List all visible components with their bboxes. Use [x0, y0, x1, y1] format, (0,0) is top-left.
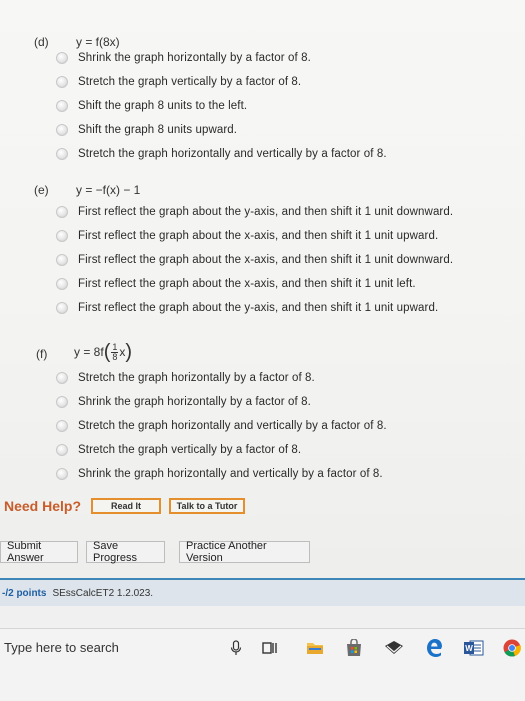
- taskbar: Type here to search W: [0, 628, 525, 701]
- radio-button[interactable]: [56, 278, 68, 290]
- close-paren: ): [125, 340, 133, 363]
- option-text: Shift the graph 8 units to the left.: [78, 100, 248, 112]
- radio-button[interactable]: [56, 396, 68, 408]
- save-progress-button[interactable]: Save Progress: [86, 540, 165, 564]
- option-d-3[interactable]: Shift the graph 8 units to the left.: [56, 96, 247, 116]
- option-f-2[interactable]: Shrink the graph horizontally by a facto…: [56, 392, 311, 412]
- option-d-4[interactable]: Shift the graph 8 units upward.: [56, 120, 237, 140]
- radio-button[interactable]: [56, 148, 68, 160]
- option-text: First reflect the graph about the y-axis…: [78, 302, 439, 314]
- fraction: 1 8: [111, 341, 119, 362]
- svg-text:W: W: [465, 644, 473, 653]
- store-icon[interactable]: [344, 638, 364, 658]
- option-text: Stretch the graph vertically by a factor…: [78, 76, 302, 88]
- task-view-icon[interactable]: [260, 638, 280, 658]
- option-f-5[interactable]: Shrink the graph horizontally and vertic…: [56, 464, 383, 484]
- option-e-1[interactable]: First reflect the graph about the y-axis…: [56, 202, 453, 222]
- option-text: Shrink the graph horizontally by a facto…: [78, 396, 311, 408]
- radio-button[interactable]: [56, 254, 68, 266]
- option-text: Shrink the graph horizontally and vertic…: [78, 468, 383, 480]
- option-text: Stretch the graph horizontally and verti…: [78, 420, 387, 432]
- read-it-button[interactable]: Read It: [91, 498, 162, 514]
- radio-button[interactable]: [56, 124, 68, 136]
- option-f-1[interactable]: Stretch the graph horizontally by a fact…: [56, 368, 315, 388]
- radio-button[interactable]: [56, 420, 68, 432]
- option-text: Shrink the graph horizontally by a facto…: [78, 52, 311, 64]
- question-equation: y = 8f ( 1 8 x ): [74, 336, 132, 368]
- microphone-icon[interactable]: [226, 638, 246, 658]
- next-question-area: [0, 606, 525, 628]
- mail-icon[interactable]: [384, 638, 404, 658]
- radio-button[interactable]: [56, 444, 68, 456]
- radio-button[interactable]: [56, 52, 68, 64]
- question-equation: y = −f(x) − 1: [76, 183, 141, 197]
- word-icon[interactable]: W: [464, 638, 484, 658]
- fraction-denominator: 8: [112, 351, 118, 362]
- option-d-5[interactable]: Stretch the graph horizontally and verti…: [56, 144, 387, 164]
- option-e-2[interactable]: First reflect the graph about the x-axis…: [56, 226, 438, 246]
- option-text: Stretch the graph vertically by a factor…: [78, 444, 302, 456]
- option-text: Stretch the graph horizontally and verti…: [78, 148, 387, 160]
- fraction-numerator: 1: [111, 341, 119, 353]
- points-bar: -/2 points SEssCalcET2 1.2.023.: [0, 580, 525, 606]
- file-explorer-icon[interactable]: [305, 638, 325, 658]
- radio-button[interactable]: [56, 76, 68, 88]
- question-panel: (d) y = f(8x) Shrink the graph horizonta…: [0, 0, 525, 578]
- taskbar-search[interactable]: Type here to search: [4, 640, 119, 655]
- question-equation: y = f(8x): [76, 35, 120, 49]
- talk-to-tutor-button[interactable]: Talk to a Tutor: [169, 498, 246, 514]
- need-help-row: Need Help? Read It Talk to a Tutor: [4, 498, 253, 514]
- option-e-3[interactable]: First reflect the graph about the x-axis…: [56, 250, 453, 270]
- option-text: First reflect the graph about the x-axis…: [78, 254, 454, 266]
- option-d-1[interactable]: Shrink the graph horizontally by a facto…: [56, 48, 311, 68]
- radio-button[interactable]: [56, 206, 68, 218]
- option-text: First reflect the graph about the y-axis…: [78, 206, 454, 218]
- problem-id: SEssCalcET2 1.2.023.: [52, 587, 154, 599]
- chrome-icon[interactable]: [502, 638, 522, 658]
- option-text: Shift the graph 8 units upward.: [78, 124, 238, 136]
- option-e-4[interactable]: First reflect the graph about the x-axis…: [56, 274, 416, 294]
- edge-icon[interactable]: [424, 638, 444, 658]
- question-label: (d): [34, 35, 49, 49]
- option-f-4[interactable]: Stretch the graph vertically by a factor…: [56, 440, 301, 460]
- option-d-2[interactable]: Stretch the graph vertically by a factor…: [56, 72, 301, 92]
- need-help-label: Need Help?: [4, 498, 82, 514]
- option-text: Stretch the graph horizontally by a fact…: [78, 372, 315, 384]
- equation-prefix: y = 8f: [74, 345, 104, 359]
- radio-button[interactable]: [56, 230, 68, 242]
- question-label: (e): [34, 183, 49, 197]
- question-label: (f): [36, 347, 48, 361]
- radio-button[interactable]: [56, 302, 68, 314]
- practice-another-version-button[interactable]: Practice Another Version: [179, 540, 310, 564]
- option-e-5[interactable]: First reflect the graph about the y-axis…: [56, 298, 438, 318]
- action-row: Submit Answer Save Progress Practice Ano…: [0, 540, 320, 564]
- option-text: First reflect the graph about the x-axis…: [78, 278, 416, 290]
- radio-button[interactable]: [56, 468, 68, 480]
- radio-button[interactable]: [56, 100, 68, 112]
- radio-button[interactable]: [56, 372, 68, 384]
- open-paren: (: [103, 340, 111, 363]
- submit-answer-button[interactable]: Submit Answer: [0, 540, 78, 564]
- points-label: -/2 points: [2, 587, 47, 599]
- option-text: First reflect the graph about the x-axis…: [78, 230, 439, 242]
- option-f-3[interactable]: Stretch the graph horizontally and verti…: [56, 416, 387, 436]
